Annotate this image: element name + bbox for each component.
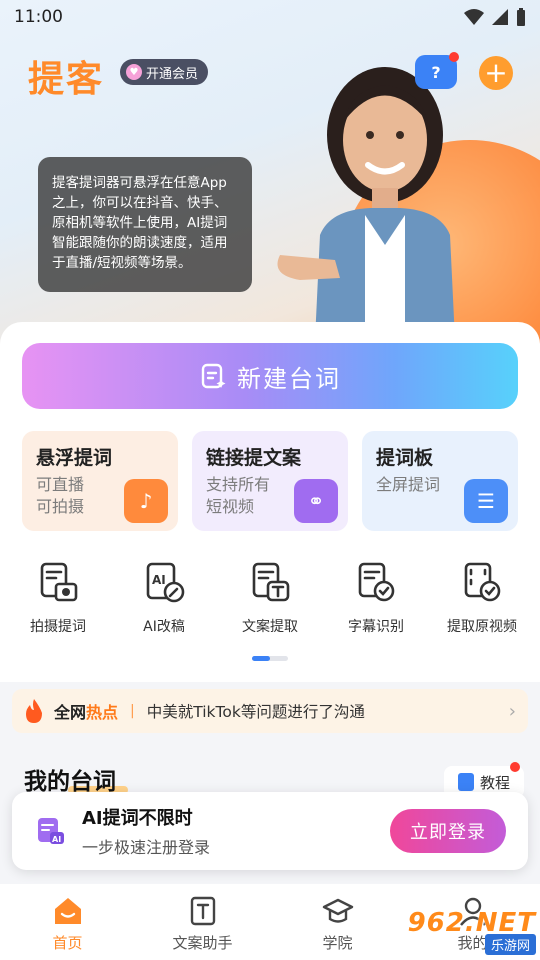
hero-tip-text: 提客提词器可悬浮在任意App之上，你可以在抖音、快手、原相机等软件上使用，AI提… (38, 157, 252, 292)
login-text: AI提词不限时 一步极速注册登录 (82, 804, 210, 858)
tool-text-extract[interactable]: 文案提取 (225, 560, 315, 650)
login-button[interactable]: 立即登录 (390, 809, 506, 853)
link-icon: ⚭ (294, 479, 338, 523)
new-script-icon (201, 363, 226, 389)
login-subtitle: 一步极速注册登录 (82, 838, 211, 857)
hero-person-illustration (277, 67, 455, 340)
text-extract-icon (252, 562, 290, 602)
nav-home[interactable]: 首页 (0, 884, 135, 960)
tool-ai-edit[interactable]: AI AI改稿 (119, 560, 209, 650)
card-title: 链接提文案 (206, 447, 302, 469)
chevron-right-icon: › (508, 700, 516, 722)
add-button[interactable]: + (479, 56, 513, 90)
battery-icon (517, 8, 525, 26)
graduation-cap-icon (322, 898, 353, 923)
tool-grid: 拍摄提词 AI AI改稿 文案提取 字幕识别 提取原视频 (0, 560, 540, 650)
wifi-icon (464, 9, 484, 25)
tool-label: 提取原视频 (447, 619, 517, 635)
vip-badge-button[interactable]: ♥ 开通会员 (120, 59, 209, 85)
camera-script-icon (40, 562, 78, 602)
tutorial-label: 教程 (479, 773, 510, 792)
ai-script-icon: AI (38, 818, 64, 844)
tool-label: 字幕识别 (348, 619, 404, 635)
notification-dot (449, 52, 459, 62)
board-icon: ☰ (464, 479, 508, 523)
page-indicator (252, 656, 288, 661)
tool-label: AI改稿 (143, 619, 185, 635)
status-time: 11:00 (14, 7, 63, 27)
hot-label-b: 热点 (86, 703, 119, 722)
card-prompt-board[interactable]: 提词板 全屏提词 ☰ (362, 431, 518, 531)
feature-cards: 悬浮提词 可直播 可拍摄 ♪ 链接提文案 支持所有 短视频 ⚭ 提词板 全屏提词… (22, 431, 518, 531)
plus-icon: + (484, 56, 508, 89)
flame-icon (26, 699, 42, 723)
site-watermark: 962.NET 乐游网 (400, 908, 536, 956)
vip-label: 开通会员 (146, 66, 199, 82)
hot-headline: 中美就TikTok等问题进行了沟通 (146, 703, 365, 721)
signal-icon (492, 9, 508, 25)
book-icon (457, 773, 474, 791)
watermark-bottom: 乐游网 (484, 934, 536, 955)
hot-news-bar[interactable]: 全网 热点 | 中美就TikTok等问题进行了沟通 › (12, 689, 528, 733)
nav-label: 文案助手 (172, 934, 233, 952)
card-title: 悬浮提词 (36, 447, 113, 469)
hot-label-a: 全网 (54, 703, 87, 722)
question-video-icon: ? (431, 62, 441, 82)
home-icon (54, 898, 81, 924)
help-video-button[interactable]: ? (415, 52, 459, 89)
notification-dot (510, 762, 520, 772)
card-title: 提词板 (376, 447, 434, 469)
nav-label: 首页 (52, 934, 83, 952)
ai-edit-icon: AI (146, 562, 185, 603)
tool-label: 文案提取 (242, 619, 298, 635)
status-bar: 11:00 (0, 0, 540, 34)
login-banner: AI AI提词不限时 一步极速注册登录 立即登录 (12, 792, 528, 870)
diamond-icon: ♥ (126, 64, 142, 80)
new-script-label: 新建台词 (237, 364, 341, 393)
nav-label: 学院 (322, 934, 353, 952)
page-indicator-active (252, 656, 270, 661)
svg-text:AI: AI (152, 573, 166, 587)
video-extract-icon (464, 562, 501, 602)
card-link-extract[interactable]: 链接提文案 支持所有 短视频 ⚭ (192, 431, 348, 531)
tool-video-extract[interactable]: 提取原视频 (437, 560, 527, 650)
login-title: AI提词不限时 (82, 808, 193, 829)
tiktok-icon: ♪ (124, 479, 168, 523)
hot-separator: | (130, 703, 135, 719)
subtitle-recognize-icon (358, 562, 395, 602)
tool-label: 拍摄提词 (30, 619, 86, 635)
text-doc-icon (190, 896, 215, 926)
nav-copy-assistant[interactable]: 文案助手 (135, 884, 270, 960)
svg-text:AI: AI (52, 835, 61, 844)
main-panel: 新建台词 悬浮提词 可直播 可拍摄 ♪ 链接提文案 支持所有 短视频 ⚭ 提词板… (0, 322, 540, 682)
tool-camera-script[interactable]: 拍摄提词 (13, 560, 103, 650)
status-icons (464, 8, 526, 26)
my-lines-title: 我的台词 (24, 762, 128, 796)
new-script-button[interactable]: 新建台词 (22, 343, 518, 409)
tool-subtitle-recognize[interactable]: 字幕识别 (331, 560, 421, 650)
nav-academy[interactable]: 学院 (270, 884, 405, 960)
card-floating-prompt[interactable]: 悬浮提词 可直播 可拍摄 ♪ (22, 431, 178, 531)
app-logo: 提客 (28, 59, 105, 100)
